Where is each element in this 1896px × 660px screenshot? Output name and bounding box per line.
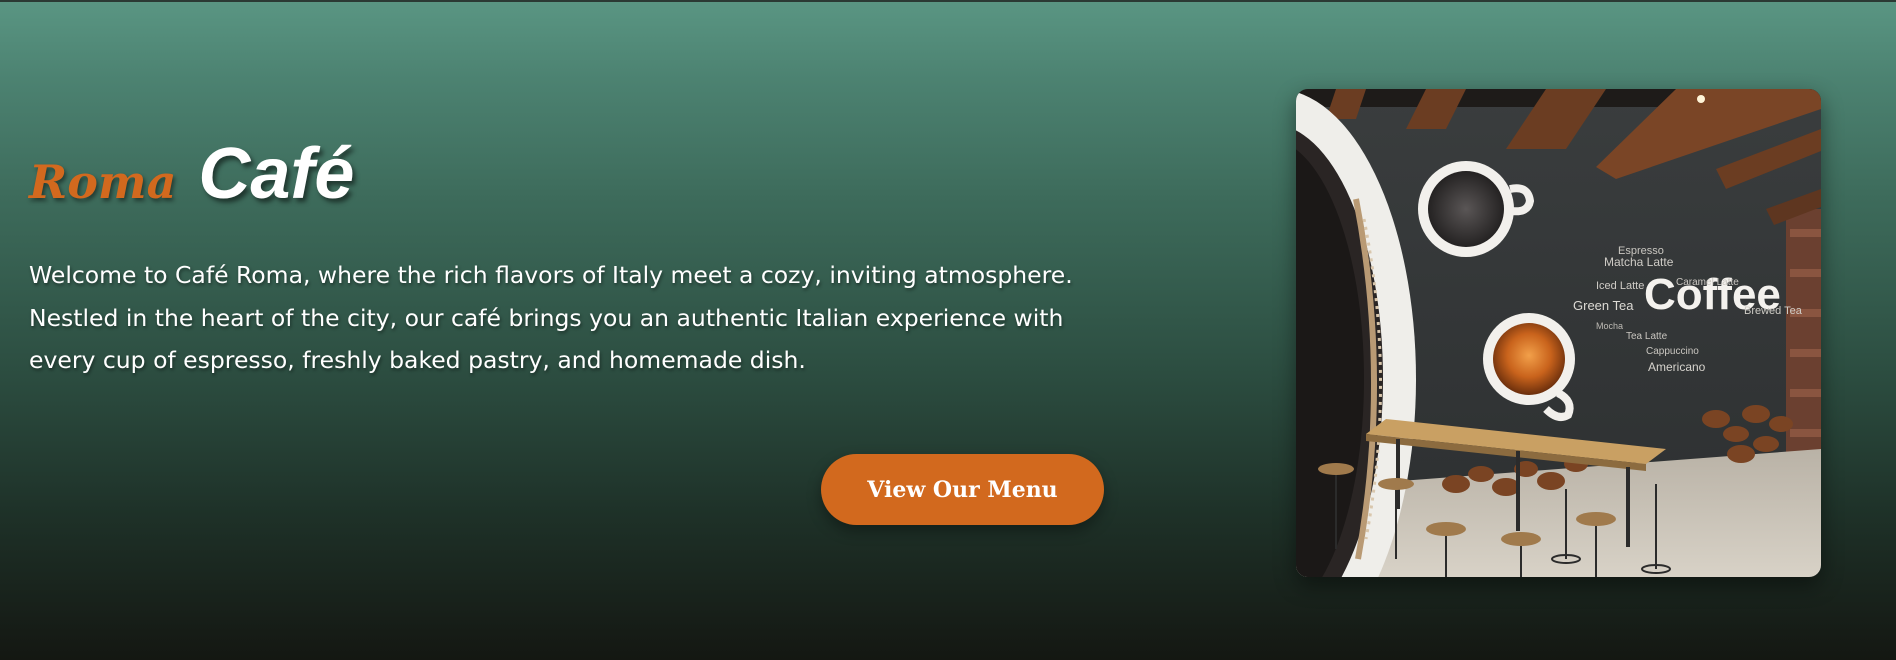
- site-title: Roma Café: [29, 138, 354, 210]
- title-accent: Roma: [29, 155, 177, 209]
- title-main: Café: [198, 134, 355, 214]
- svg-text:Cappuccino: Cappuccino: [1646, 346, 1699, 357]
- hero-section: Roma Café Welcome to Café Roma, where the…: [0, 2, 1896, 660]
- svg-text:Tea Latte: Tea Latte: [1626, 331, 1668, 342]
- intro-text: Welcome to Café Roma, where the rich fla…: [29, 261, 1073, 374]
- svg-text:Caramel Latte: Caramel Latte: [1676, 277, 1739, 288]
- svg-text:Mocha: Mocha: [1596, 321, 1623, 331]
- svg-text:Matcha Latte: Matcha Latte: [1604, 255, 1674, 269]
- svg-text:Espresso: Espresso: [1618, 245, 1664, 257]
- svg-text:Brewed Tea: Brewed Tea: [1744, 305, 1803, 317]
- cafe-interior-image: Coffee Green Tea Matcha Latte Espresso C…: [1296, 89, 1821, 577]
- view-menu-button[interactable]: View Our Menu: [821, 454, 1104, 525]
- svg-text:Green Tea: Green Tea: [1573, 298, 1634, 313]
- svg-text:Iced Latte: Iced Latte: [1596, 280, 1644, 292]
- svg-text:Americano: Americano: [1648, 360, 1706, 374]
